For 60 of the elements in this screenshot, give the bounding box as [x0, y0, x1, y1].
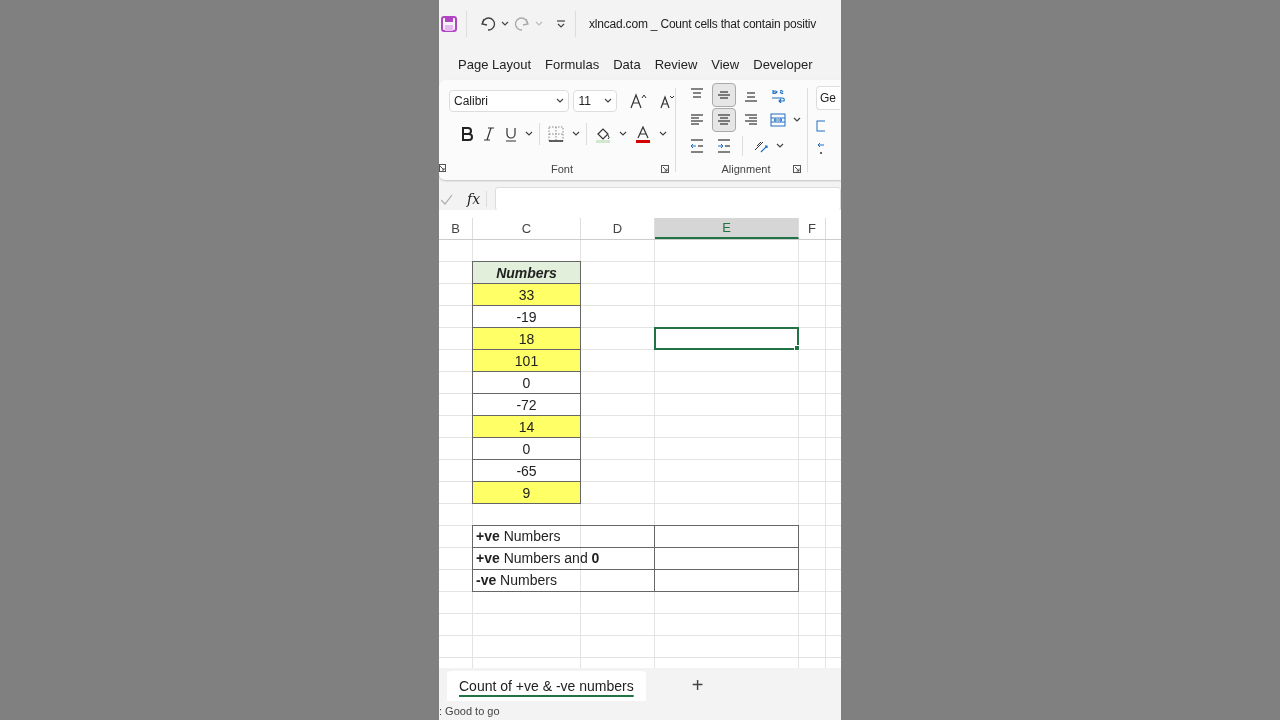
- caret-icon[interactable]: [793, 117, 801, 124]
- caret-icon[interactable]: [525, 131, 533, 137]
- caret-icon[interactable]: [659, 131, 667, 137]
- table-cell: -ve Numbers: [472, 569, 655, 592]
- table-cell: 9: [472, 481, 581, 504]
- ribbon-tab[interactable]: Review: [647, 50, 705, 78]
- group-label: Alignment: [721, 163, 771, 176]
- center-button[interactable]: [712, 108, 736, 133]
- fill-handle[interactable]: [794, 345, 800, 351]
- font-name-field[interactable]: Calibri: [449, 90, 570, 112]
- table-cell: 101: [472, 349, 581, 372]
- status-text: : Good to go: [439, 704, 501, 719]
- caret-icon[interactable]: [572, 131, 580, 137]
- caret-icon: [556, 98, 565, 104]
- group-label: Font: [551, 163, 573, 175]
- dialog-launcher-icon[interactable]: [661, 165, 669, 173]
- table-cell: 14: [472, 415, 581, 438]
- italic-icon[interactable]: [483, 127, 495, 141]
- table-cell: 0: [472, 371, 581, 394]
- increase-font-size-icon[interactable]: [629, 93, 647, 109]
- number-format-field[interactable]: Ge: [816, 86, 840, 110]
- decrease-indent-icon: [689, 137, 705, 154]
- caret-icon[interactable]: [501, 21, 509, 27]
- caret-icon[interactable]: [619, 131, 627, 137]
- ribbon-tab[interactable]: Developer: [746, 50, 820, 78]
- underline-icon[interactable]: [505, 126, 517, 142]
- save-icon[interactable]: [441, 16, 457, 32]
- add-sheet-button[interactable]: +: [685, 674, 710, 697]
- column-header[interactable]: E: [655, 218, 799, 239]
- caret-icon: [604, 98, 612, 104]
- table-cell: -19: [472, 305, 581, 328]
- column-header-cell: Numbers: [472, 261, 581, 284]
- font-size-field[interactable]: 11: [573, 90, 617, 112]
- ribbon-tab[interactable]: Formulas: [538, 50, 607, 78]
- dialog-launcher-icon[interactable]: [439, 164, 446, 172]
- font-color-icon[interactable]: [635, 125, 651, 143]
- insert-function-button[interactable]: fx: [461, 191, 488, 207]
- window-title: xlncad.com _ Count cells that contain positiv: [589, 17, 817, 31]
- decimal-icon[interactable]: [816, 142, 825, 156]
- table-cell: -65: [472, 459, 581, 482]
- table-cell: 33: [472, 283, 581, 306]
- dialog-launcher-icon[interactable]: [793, 165, 801, 174]
- bold-icon[interactable]: [461, 127, 473, 141]
- caret-icon[interactable]: [776, 142, 784, 149]
- sheet-tab[interactable]: Count of +ve & -ve numbers: [447, 670, 646, 701]
- ribbon-tab[interactable]: Data: [606, 50, 648, 78]
- middle-align-button[interactable]: [712, 82, 736, 107]
- decrease-font-size-icon[interactable]: [659, 93, 675, 109]
- table-cell: -72: [472, 393, 581, 416]
- undo-icon[interactable]: [480, 16, 496, 32]
- formula-input[interactable]: [495, 187, 841, 211]
- table-cell: 18: [472, 327, 581, 350]
- merge-cells-icon: [770, 112, 786, 129]
- ribbon-tab[interactable]: Page Layout: [451, 50, 538, 78]
- increase-indent-icon: [716, 137, 732, 154]
- table-cell: 0: [472, 437, 581, 460]
- borders-icon[interactable]: [548, 126, 564, 142]
- ribbon-tab[interactable]: View: [704, 50, 747, 78]
- table-cell: +ve Numbers: [472, 525, 655, 548]
- customize-icon[interactable]: [556, 19, 566, 29]
